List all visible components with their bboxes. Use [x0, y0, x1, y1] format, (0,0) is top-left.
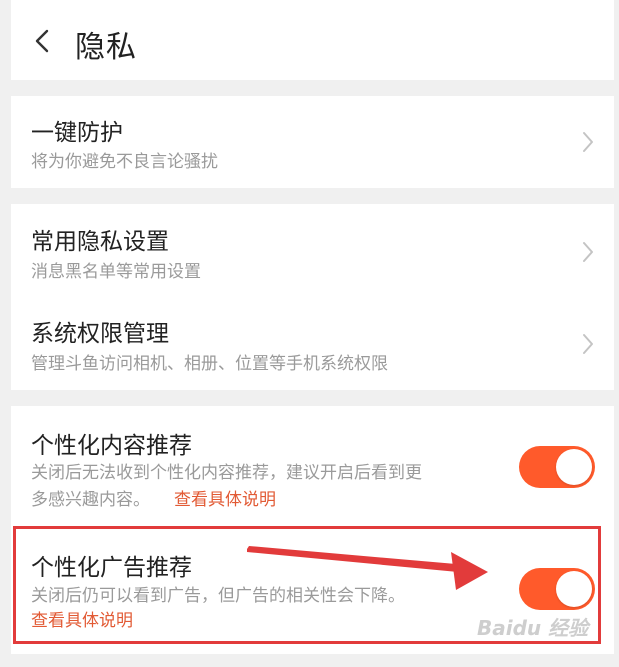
- row-personalized-content: 个性化内容推荐 关闭后无法收到个性化内容推荐，建议开启后看到更 多感兴趣内容。 查…: [11, 406, 614, 524]
- row-title: 常用隐私设置: [31, 229, 169, 255]
- row-title: 个性化内容推荐: [31, 433, 192, 459]
- screen-frame: 隐私 一键防护 将为你避免不良言论骚扰 常用隐私设置 消息黑名单等常用设置 系统…: [11, 0, 614, 667]
- personalized-content-toggle[interactable]: [519, 446, 595, 488]
- view-details-link[interactable]: 查看具体说明: [174, 490, 276, 510]
- personalization-group: 个性化内容推荐 关闭后无法收到个性化内容推荐，建议开启后看到更 多感兴趣内容。查…: [11, 406, 614, 654]
- top-bar: 隐私: [11, 0, 614, 80]
- settings-group: 常用隐私设置 消息黑名单等常用设置 系统权限管理 管理斗鱼访问相机、相册、位置等…: [11, 204, 614, 390]
- row-personalized-ads: 个性化广告推荐 关闭后仍可以看到广告，但广告的相关性会下降。 查看具体说明: [11, 536, 614, 654]
- row-subtitle: 将为你避免不良言论骚扰: [31, 152, 218, 172]
- toggle-knob: [556, 571, 592, 607]
- row-subtitle-text: 多感兴趣内容。: [31, 490, 150, 510]
- row-subtitle: 关闭后仍可以看到广告，但广告的相关性会下降。: [31, 586, 405, 606]
- row-title: 个性化广告推荐: [31, 555, 192, 581]
- chevron-left-icon[interactable]: [33, 28, 51, 54]
- personalized-ads-toggle[interactable]: [519, 568, 595, 610]
- page-title: 隐私: [75, 30, 137, 65]
- toggle-knob: [556, 449, 592, 485]
- row-subtitle: 消息黑名单等常用设置: [31, 262, 201, 282]
- chevron-right-icon: [583, 242, 593, 262]
- chevron-right-icon: [583, 334, 593, 354]
- row-one-key-protection[interactable]: 一键防护 将为你避免不良言论骚扰: [11, 96, 614, 188]
- row-title: 一键防护: [31, 120, 123, 146]
- row-system-permissions[interactable]: 系统权限管理 管理斗鱼访问相机、相册、位置等手机系统权限: [11, 296, 614, 390]
- view-details-link[interactable]: 查看具体说明: [31, 609, 133, 634]
- row-common-privacy[interactable]: 常用隐私设置 消息黑名单等常用设置: [11, 204, 614, 296]
- row-subtitle: 管理斗鱼访问相机、相册、位置等手机系统权限: [31, 354, 388, 374]
- row-subtitle: 关闭后无法收到个性化内容推荐，建议开启后看到更: [31, 463, 422, 483]
- row-title: 系统权限管理: [31, 321, 169, 347]
- chevron-right-icon: [583, 132, 593, 152]
- row-subtitle-line2: 多感兴趣内容。 查看具体说明: [31, 488, 276, 513]
